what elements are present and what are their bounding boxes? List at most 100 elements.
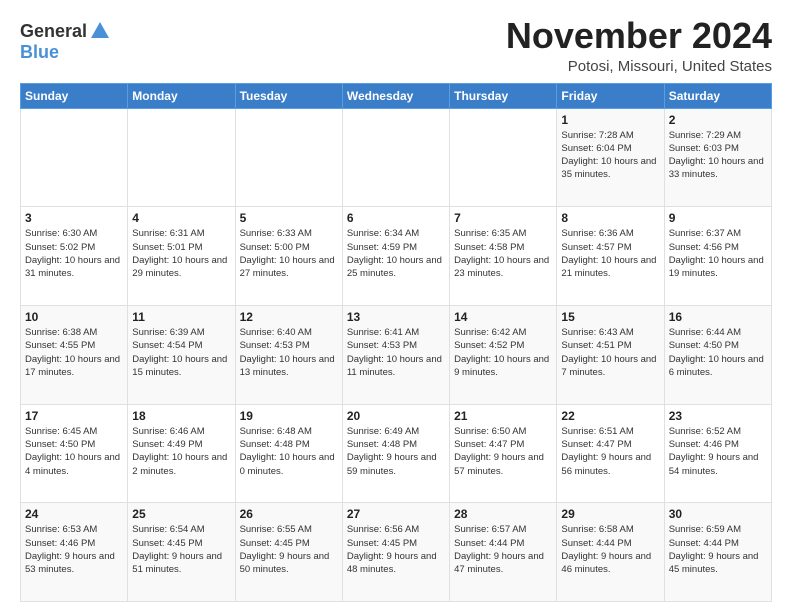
day-info: Sunrise: 6:55 AMSunset: 4:45 PMDaylight:… [240, 523, 338, 576]
day-number: 30 [669, 507, 767, 521]
calendar-body: 1Sunrise: 7:28 AMSunset: 6:04 PMDaylight… [21, 108, 772, 601]
calendar-cell [235, 108, 342, 207]
calendar-week-1: 3Sunrise: 6:30 AMSunset: 5:02 PMDaylight… [21, 207, 772, 306]
day-number: 6 [347, 211, 445, 225]
calendar-cell: 3Sunrise: 6:30 AMSunset: 5:02 PMDaylight… [21, 207, 128, 306]
day-number: 19 [240, 409, 338, 423]
calendar-cell: 15Sunrise: 6:43 AMSunset: 4:51 PMDayligh… [557, 305, 664, 404]
calendar-cell [21, 108, 128, 207]
day-info: Sunrise: 6:56 AMSunset: 4:45 PMDaylight:… [347, 523, 445, 576]
day-number: 29 [561, 507, 659, 521]
day-info: Sunrise: 6:59 AMSunset: 4:44 PMDaylight:… [669, 523, 767, 576]
day-info: Sunrise: 6:53 AMSunset: 4:46 PMDaylight:… [25, 523, 123, 576]
day-number: 2 [669, 113, 767, 127]
calendar-cell: 9Sunrise: 6:37 AMSunset: 4:56 PMDaylight… [664, 207, 771, 306]
calendar-cell: 28 Sunrise: 6:57 AMSunset: 4:44 PMDayligh… [450, 503, 557, 602]
calendar-cell: 19 Sunrise: 6:48 AMSunset: 4:48 PMDayligh… [235, 404, 342, 503]
day-info: Sunrise: 6:57 AMSunset: 4:44 PMDaylight:… [454, 523, 552, 576]
day-number: 21 [454, 409, 552, 423]
col-sunday: Sunday [21, 83, 128, 108]
calendar-cell: 20 Sunrise: 6:49 AMSunset: 4:48 PMDayligh… [342, 404, 449, 503]
day-info: Sunrise: 6:38 AMSunset: 4:55 PMDaylight:… [25, 326, 123, 379]
logo-blue: Blue [20, 42, 59, 62]
calendar-cell: 30 Sunrise: 6:59 AMSunset: 4:44 PMDayligh… [664, 503, 771, 602]
logo-icon [89, 20, 111, 42]
calendar-cell: 8 Sunrise: 6:36 AMSunset: 4:57 PMDaylight… [557, 207, 664, 306]
calendar-cell: 21 Sunrise: 6:50 AMSunset: 4:47 PMDayligh… [450, 404, 557, 503]
day-info: Sunrise: 6:49 AMSunset: 4:48 PMDaylight:… [347, 425, 445, 478]
logo-text: General [20, 20, 111, 42]
calendar-cell: 7 Sunrise: 6:35 AMSunset: 4:58 PMDaylight… [450, 207, 557, 306]
day-info: Sunrise: 6:54 AMSunset: 4:45 PMDaylight:… [132, 523, 230, 576]
day-number: 20 [347, 409, 445, 423]
day-number: 7 [454, 211, 552, 225]
col-saturday: Saturday [664, 83, 771, 108]
col-thursday: Thursday [450, 83, 557, 108]
day-number: 24 [25, 507, 123, 521]
calendar-week-0: 1Sunrise: 7:28 AMSunset: 6:04 PMDaylight… [21, 108, 772, 207]
day-number: 16 [669, 310, 767, 324]
calendar-cell: 16Sunrise: 6:44 AMSunset: 4:50 PMDayligh… [664, 305, 771, 404]
calendar-cell: 13 Sunrise: 6:41 AMSunset: 4:53 PMDayligh… [342, 305, 449, 404]
calendar-cell: 4Sunrise: 6:31 AMSunset: 5:01 PMDaylight… [128, 207, 235, 306]
day-number: 22 [561, 409, 659, 423]
day-info: Sunrise: 6:45 AMSunset: 4:50 PMDaylight:… [25, 425, 123, 478]
day-number: 13 [347, 310, 445, 324]
calendar-cell: 1Sunrise: 7:28 AMSunset: 6:04 PMDaylight… [557, 108, 664, 207]
day-info: Sunrise: 6:39 AMSunset: 4:54 PMDaylight:… [132, 326, 230, 379]
day-info: Sunrise: 6:50 AMSunset: 4:47 PMDaylight:… [454, 425, 552, 478]
day-number: 5 [240, 211, 338, 225]
day-info: Sunrise: 6:43 AMSunset: 4:51 PMDaylight:… [561, 326, 659, 379]
calendar-week-4: 24 Sunrise: 6:53 AMSunset: 4:46 PMDayligh… [21, 503, 772, 602]
day-number: 4 [132, 211, 230, 225]
calendar-cell [128, 108, 235, 207]
calendar-week-3: 17 Sunrise: 6:45 AMSunset: 4:50 PMDayligh… [21, 404, 772, 503]
day-info: Sunrise: 6:34 AMSunset: 4:59 PMDaylight:… [347, 227, 445, 280]
day-info: Sunrise: 6:46 AMSunset: 4:49 PMDaylight:… [132, 425, 230, 478]
day-info: Sunrise: 7:29 AMSunset: 6:03 PMDaylight:… [669, 129, 767, 182]
col-wednesday: Wednesday [342, 83, 449, 108]
page: General Blue November 2024 Potosi, Misso… [0, 0, 792, 612]
location: Potosi, Missouri, United States [506, 58, 772, 75]
calendar-cell [450, 108, 557, 207]
calendar-cell: 18 Sunrise: 6:46 AMSunset: 4:49 PMDayligh… [128, 404, 235, 503]
header: General Blue November 2024 Potosi, Misso… [20, 16, 772, 75]
day-info: Sunrise: 6:35 AMSunset: 4:58 PMDaylight:… [454, 227, 552, 280]
day-number: 12 [240, 310, 338, 324]
calendar-header: Sunday Monday Tuesday Wednesday Thursday… [21, 83, 772, 108]
day-info: Sunrise: 6:41 AMSunset: 4:53 PMDaylight:… [347, 326, 445, 379]
calendar-cell: 11 Sunrise: 6:39 AMSunset: 4:54 PMDayligh… [128, 305, 235, 404]
day-number: 10 [25, 310, 123, 324]
logo-general: General [20, 21, 87, 42]
calendar-cell: 5 Sunrise: 6:33 AMSunset: 5:00 PMDaylight… [235, 207, 342, 306]
day-number: 27 [347, 507, 445, 521]
calendar-cell: 22 Sunrise: 6:51 AMSunset: 4:47 PMDayligh… [557, 404, 664, 503]
calendar-cell: 26 Sunrise: 6:55 AMSunset: 4:45 PMDayligh… [235, 503, 342, 602]
calendar-cell: 12Sunrise: 6:40 AMSunset: 4:53 PMDayligh… [235, 305, 342, 404]
day-number: 18 [132, 409, 230, 423]
day-number: 17 [25, 409, 123, 423]
day-number: 8 [561, 211, 659, 225]
day-number: 28 [454, 507, 552, 521]
calendar-cell: 6 Sunrise: 6:34 AMSunset: 4:59 PMDaylight… [342, 207, 449, 306]
day-number: 26 [240, 507, 338, 521]
day-info: Sunrise: 6:33 AMSunset: 5:00 PMDaylight:… [240, 227, 338, 280]
day-number: 25 [132, 507, 230, 521]
calendar-cell: 2 Sunrise: 7:29 AMSunset: 6:03 PMDaylight… [664, 108, 771, 207]
day-number: 14 [454, 310, 552, 324]
calendar-week-2: 10 Sunrise: 6:38 AMSunset: 4:55 PMDayligh… [21, 305, 772, 404]
day-info: Sunrise: 6:36 AMSunset: 4:57 PMDaylight:… [561, 227, 659, 280]
day-info: Sunrise: 6:37 AMSunset: 4:56 PMDaylight:… [669, 227, 767, 280]
logo: General Blue [20, 20, 111, 63]
calendar-cell: 10 Sunrise: 6:38 AMSunset: 4:55 PMDayligh… [21, 305, 128, 404]
col-friday: Friday [557, 83, 664, 108]
day-info: Sunrise: 7:28 AMSunset: 6:04 PMDaylight:… [561, 129, 659, 182]
day-info: Sunrise: 6:51 AMSunset: 4:47 PMDaylight:… [561, 425, 659, 478]
day-info: Sunrise: 6:48 AMSunset: 4:48 PMDaylight:… [240, 425, 338, 478]
calendar: Sunday Monday Tuesday Wednesday Thursday… [20, 83, 772, 602]
calendar-cell: 24 Sunrise: 6:53 AMSunset: 4:46 PMDayligh… [21, 503, 128, 602]
col-monday: Monday [128, 83, 235, 108]
day-info: Sunrise: 6:58 AMSunset: 4:44 PMDaylight:… [561, 523, 659, 576]
calendar-cell: 23Sunrise: 6:52 AMSunset: 4:46 PMDayligh… [664, 404, 771, 503]
day-number: 11 [132, 310, 230, 324]
